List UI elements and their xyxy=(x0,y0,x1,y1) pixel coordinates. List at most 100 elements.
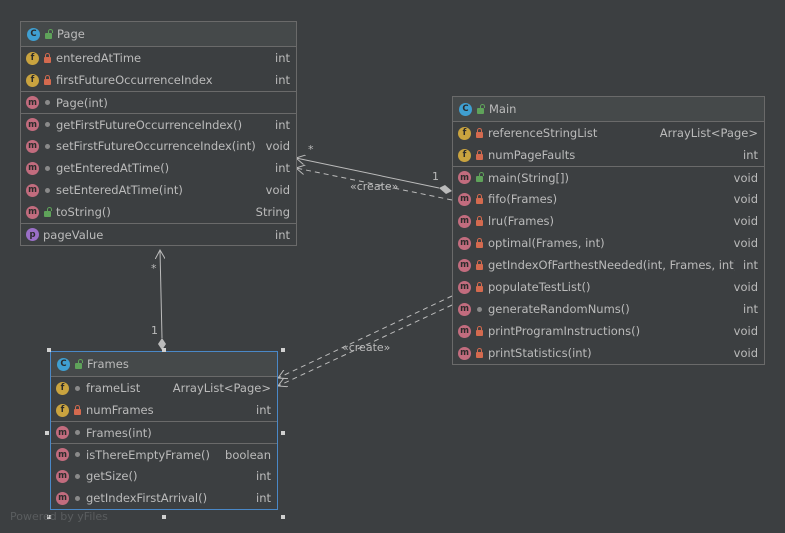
field-icon: f xyxy=(26,51,39,65)
package-dot-icon xyxy=(73,428,82,437)
package-dot-icon xyxy=(43,98,52,107)
selection-handle[interactable] xyxy=(281,348,285,352)
property-icon: p xyxy=(26,228,39,241)
method-row[interactable]: m lru(Frames) void xyxy=(453,210,764,232)
field-row[interactable]: f numFrames int xyxy=(51,399,277,421)
public-visibility-icon xyxy=(74,358,83,369)
class-header[interactable]: C Main xyxy=(453,97,764,122)
method-name: getIndexFirstArrival() xyxy=(86,491,208,505)
method-icon: m xyxy=(458,346,471,360)
private-lock-icon xyxy=(43,52,52,63)
method-type: int xyxy=(256,491,271,505)
constructor-row[interactable]: m Page(int) xyxy=(21,91,296,113)
class-name: Page xyxy=(57,27,85,41)
package-dot-icon xyxy=(73,384,82,393)
selection-handle[interactable] xyxy=(47,348,51,352)
package-dot-icon xyxy=(43,142,52,151)
method-type: void xyxy=(733,192,758,206)
field-name: frameList xyxy=(86,381,141,395)
field-type: int xyxy=(743,148,758,162)
selection-handle[interactable] xyxy=(162,348,166,352)
method-name: printProgramInstructions() xyxy=(488,324,641,338)
field-name: enteredAtTime xyxy=(56,51,142,65)
class-icon: C xyxy=(459,102,472,116)
private-lock-icon xyxy=(475,215,484,226)
method-row[interactable]: m main(String[]) void xyxy=(453,166,764,188)
method-icon: m xyxy=(458,324,471,338)
package-dot-icon xyxy=(475,305,484,314)
method-type: void xyxy=(733,214,758,228)
field-icon: f xyxy=(458,148,471,162)
package-dot-icon xyxy=(43,186,52,195)
class-icon: C xyxy=(27,27,40,41)
field-icon: f xyxy=(26,73,39,87)
public-visibility-icon xyxy=(476,103,485,114)
field-row[interactable]: f frameList ArrayList<Page> xyxy=(51,377,277,399)
method-icon: m xyxy=(26,205,39,219)
method-row[interactable]: m populateTestList() void xyxy=(453,276,764,298)
field-type: ArrayList<Page> xyxy=(172,381,271,395)
class-name: Frames xyxy=(87,357,129,371)
field-row[interactable]: f enteredAtTime int xyxy=(21,47,296,69)
field-name: referenceStringList xyxy=(488,126,598,140)
method-type: void xyxy=(733,324,758,338)
class-header[interactable]: C Frames xyxy=(51,352,277,377)
main-page-one-label: 1 xyxy=(432,170,439,183)
constructor-name: Frames(int) xyxy=(86,425,152,440)
constructor-row[interactable]: m Frames(int) xyxy=(51,421,277,443)
field-icon: f xyxy=(458,126,471,140)
method-name: printStatistics(int) xyxy=(488,346,592,360)
method-row[interactable]: m fifo(Frames) void xyxy=(453,188,764,210)
method-row[interactable]: m toString() String xyxy=(21,201,296,223)
field-name: numFrames xyxy=(86,403,154,417)
method-icon: m xyxy=(26,139,39,153)
method-name: getSize() xyxy=(86,469,138,483)
method-name: generateRandomNums() xyxy=(488,302,630,316)
method-row[interactable]: m printStatistics(int) void xyxy=(453,342,764,364)
field-row[interactable]: f numPageFaults int xyxy=(453,144,764,166)
selection-handle[interactable] xyxy=(281,431,285,435)
private-lock-icon xyxy=(475,347,484,358)
method-row[interactable]: m getFirstFutureOccurrenceIndex() int xyxy=(21,113,296,135)
selection-handle[interactable] xyxy=(281,515,285,519)
class-node-main[interactable]: C Main f referenceStringList ArrayList<P… xyxy=(452,96,765,365)
method-type: int xyxy=(275,117,290,132)
method-name: populateTestList() xyxy=(488,280,591,294)
method-row[interactable]: m optimal(Frames, int) void xyxy=(453,232,764,254)
method-name: setEnteredAtTime(int) xyxy=(56,183,183,197)
method-type: int xyxy=(275,161,290,175)
method-name: lru(Frames) xyxy=(488,214,555,228)
field-icon: f xyxy=(56,381,69,395)
private-lock-icon xyxy=(43,74,52,85)
field-name: firstFutureOccurrenceIndex xyxy=(56,73,213,87)
method-icon: m xyxy=(26,96,39,109)
private-lock-icon xyxy=(475,149,484,160)
package-dot-icon xyxy=(73,450,82,459)
field-row[interactable]: f referenceStringList ArrayList<Page> xyxy=(453,122,764,144)
property-row[interactable]: p pageValue int xyxy=(21,223,296,245)
method-name: fifo(Frames) xyxy=(488,192,558,206)
method-row[interactable]: m generateRandomNums() int xyxy=(453,298,764,320)
class-node-page[interactable]: C Page f enteredAtTime int f firstFuture… xyxy=(20,21,297,246)
public-visibility-icon xyxy=(43,206,52,217)
selection-handle[interactable] xyxy=(45,431,49,435)
selection-handle[interactable] xyxy=(162,515,166,519)
method-row[interactable]: m getIndexFirstArrival() int xyxy=(51,487,277,509)
method-row[interactable]: m getEnteredAtTime() int xyxy=(21,157,296,179)
class-header[interactable]: C Page xyxy=(21,22,296,47)
class-node-frames[interactable]: C Frames f frameList ArrayList<Page> f n… xyxy=(50,351,278,510)
field-row[interactable]: f firstFutureOccurrenceIndex int xyxy=(21,69,296,91)
method-name: getEnteredAtTime() xyxy=(56,161,170,175)
main-page-diamond xyxy=(439,185,452,194)
method-row[interactable]: m getIndexOfFarthestNeeded(int, Frames, … xyxy=(453,254,764,276)
method-row[interactable]: m setEnteredAtTime(int) void xyxy=(21,179,296,201)
method-row[interactable]: m printProgramInstructions() void xyxy=(453,320,764,342)
method-row[interactable]: m getSize() int xyxy=(51,465,277,487)
method-name: isThereEmptyFrame() xyxy=(86,447,211,462)
method-row[interactable]: m setFirstFutureOccurrenceIndex(int) voi… xyxy=(21,135,296,157)
package-dot-icon xyxy=(73,494,82,503)
method-icon: m xyxy=(458,280,471,294)
method-name: toString() xyxy=(56,205,111,219)
method-row[interactable]: m isThereEmptyFrame() boolean xyxy=(51,443,277,465)
method-name: main(String[]) xyxy=(488,170,569,185)
